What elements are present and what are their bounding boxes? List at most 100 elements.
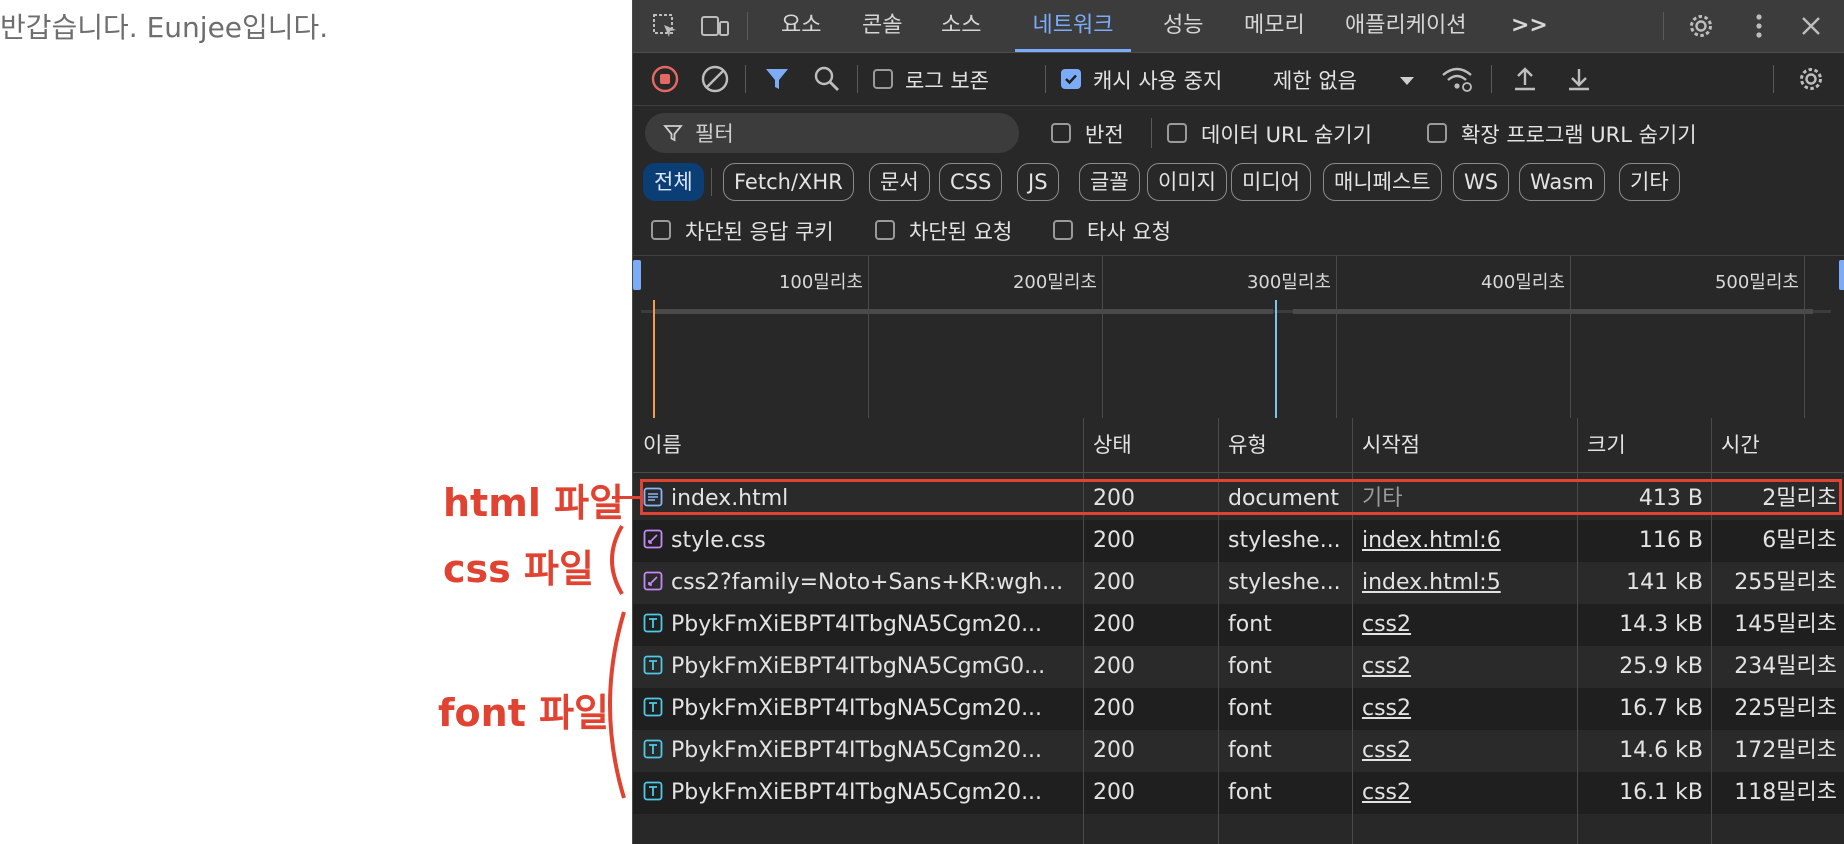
font-file-icon — [643, 780, 671, 805]
chip-doc[interactable]: 문서 — [869, 163, 930, 201]
cell-status: 200 — [1093, 570, 1135, 595]
filter-funnel-icon — [663, 123, 683, 143]
header-name[interactable]: 이름 — [633, 418, 1083, 472]
preserve-log-checkbox[interactable] — [873, 69, 893, 89]
cell-type: styleshe... — [1228, 528, 1341, 553]
gear-icon[interactable] — [1683, 8, 1719, 44]
record-stop-icon[interactable] — [647, 61, 683, 97]
chip-img[interactable]: 이미지 — [1147, 163, 1227, 201]
cell-name[interactable]: PbykFmXiEBPT4ITbgNA5Cgm20... — [633, 688, 1083, 730]
header-initiator[interactable]: 시작점 — [1352, 418, 1577, 472]
cell-time: 118밀리초 — [1734, 780, 1837, 805]
caret-down-icon[interactable] — [1389, 63, 1425, 99]
cell-type: font — [1228, 612, 1272, 637]
header-status[interactable]: 상태 — [1083, 418, 1218, 472]
hide-data-urls-checkbox[interactable] — [1167, 123, 1187, 143]
request-name: PbykFmXiEBPT4ITbgNA5Cgm20... — [671, 738, 1043, 763]
initiator-link[interactable]: index.html:6 — [1362, 528, 1501, 553]
hide-extension-urls-checkbox[interactable] — [1427, 123, 1447, 143]
tab-elements[interactable]: 요소 — [781, 0, 821, 52]
tab-application[interactable]: 애플리케이션 — [1345, 0, 1466, 52]
table-row[interactable]: PbykFmXiEBPT4ITbgNA5Cgm20... 200 font css2 1… — [633, 730, 1844, 772]
load-event-marker — [1275, 300, 1277, 419]
tab-sources[interactable]: 소스 — [941, 0, 981, 52]
table-row[interactable]: PbykFmXiEBPT4ITbgNA5CgmG0... 200 font css2 2… — [633, 646, 1844, 688]
chip-all[interactable]: 전체 — [643, 163, 704, 201]
timeline-overview[interactable]: 100밀리초 200밀리초 300밀리초 400밀리초 500밀리초 — [633, 255, 1844, 420]
header-time[interactable]: 시간 — [1711, 418, 1844, 472]
invert-checkbox[interactable] — [1051, 123, 1071, 143]
table-row[interactable]: PbykFmXiEBPT4ITbgNA5Cgm20... 200 font css2 1… — [633, 772, 1844, 814]
cell-name[interactable]: PbykFmXiEBPT4ITbgNA5Cgm20... — [633, 730, 1083, 772]
tab-network[interactable]: 네트워크 — [1015, 0, 1131, 52]
download-icon[interactable] — [1561, 61, 1597, 97]
chip-fetch-xhr[interactable]: Fetch/XHR — [723, 163, 854, 201]
chip-font[interactable]: 글꼴 — [1079, 163, 1140, 201]
table-row[interactable]: PbykFmXiEBPT4ITbgNA5Cgm20... 200 font css2 1… — [633, 688, 1844, 730]
cell-size: 16.7 kB — [1619, 696, 1703, 721]
cell-time: 234밀리초 — [1734, 654, 1837, 679]
timeline-left-handle[interactable] — [633, 260, 641, 290]
cell-type: styleshe... — [1228, 570, 1341, 595]
annotation-html-label: html 파일 — [443, 481, 624, 525]
disable-cache-checkbox[interactable] — [1061, 69, 1081, 89]
throttling-select[interactable]: 제한 없음 — [1273, 65, 1357, 95]
chip-js[interactable]: JS — [1017, 163, 1059, 201]
cell-type: font — [1228, 738, 1272, 763]
kebab-menu-icon[interactable] — [1741, 8, 1777, 44]
css-bracket — [610, 524, 624, 596]
third-party-requests-checkbox[interactable] — [1053, 220, 1073, 240]
initiator-link[interactable]: css2 — [1362, 612, 1411, 637]
header-type[interactable]: 유형 — [1218, 418, 1352, 472]
tab-console[interactable]: 콘솔 — [862, 0, 902, 52]
chip-other[interactable]: 기타 — [1619, 163, 1680, 201]
cell-name[interactable]: PbykFmXiEBPT4ITbgNA5Cgm20... — [633, 604, 1083, 646]
cell-initiator[interactable]: css2 — [1352, 646, 1577, 688]
cell-initiator[interactable]: css2 — [1352, 688, 1577, 730]
cell-initiator[interactable]: css2 — [1352, 772, 1577, 814]
timeline-right-handle[interactable] — [1839, 260, 1844, 290]
cell-initiator[interactable]: index.html:6 — [1352, 520, 1577, 562]
initiator-link[interactable]: css2 — [1362, 780, 1411, 805]
tab-memory[interactable]: 메모리 — [1244, 0, 1305, 52]
initiator-link[interactable]: css2 — [1362, 696, 1411, 721]
chip-wasm[interactable]: Wasm — [1519, 163, 1605, 201]
timeline-tick-label: 100밀리초 — [778, 272, 863, 293]
more-tabs-button[interactable]: >> — [1511, 0, 1548, 52]
network-settings-gear-icon[interactable] — [1793, 61, 1829, 97]
header-size[interactable]: 크기 — [1577, 418, 1711, 472]
initiator-link[interactable]: index.html:5 — [1362, 570, 1501, 595]
clear-icon[interactable] — [697, 61, 733, 97]
upload-icon[interactable] — [1507, 61, 1543, 97]
cell-initiator[interactable]: css2 — [1352, 604, 1577, 646]
chip-manifest[interactable]: 매니페스트 — [1323, 163, 1442, 201]
devtools-panel: 요소 콘솔 소스 네트워크 성능 메모리 애플리케이션 >> 로그 보존 캐시 … — [632, 0, 1844, 844]
search-icon[interactable] — [809, 61, 845, 97]
inspect-element-icon[interactable] — [647, 8, 683, 44]
close-icon[interactable] — [1793, 8, 1829, 44]
cell-name[interactable]: style.css — [633, 520, 1083, 562]
table-row[interactable]: css2?family=Noto+Sans+KR:wgh... 200 styles… — [633, 562, 1844, 604]
request-name: style.css — [671, 528, 766, 553]
chip-media[interactable]: 미디어 — [1231, 163, 1311, 201]
cell-name[interactable]: css2?family=Noto+Sans+KR:wgh... — [633, 562, 1083, 604]
filter-input[interactable]: 필터 — [645, 113, 1019, 153]
initiator-link[interactable]: css2 — [1362, 738, 1411, 763]
blocked-response-cookies-checkbox[interactable] — [651, 220, 671, 240]
tab-performance[interactable]: 성능 — [1163, 0, 1203, 52]
cell-initiator[interactable]: css2 — [1352, 730, 1577, 772]
initiator-link[interactable]: css2 — [1362, 654, 1411, 679]
cell-initiator[interactable]: index.html:5 — [1352, 562, 1577, 604]
device-toolbar-icon[interactable] — [697, 8, 733, 44]
blocked-requests-checkbox[interactable] — [875, 220, 895, 240]
network-conditions-icon[interactable] — [1439, 61, 1475, 97]
cell-name[interactable]: PbykFmXiEBPT4ITbgNA5CgmG0... — [633, 646, 1083, 688]
table-row[interactable]: PbykFmXiEBPT4ITbgNA5Cgm20... 200 font css2 1… — [633, 604, 1844, 646]
chip-ws[interactable]: WS — [1453, 163, 1510, 201]
chip-css[interactable]: CSS — [939, 163, 1003, 201]
cell-name[interactable]: PbykFmXiEBPT4ITbgNA5Cgm20... — [633, 772, 1083, 814]
cell-type: font — [1228, 654, 1272, 679]
font-bracket — [608, 611, 626, 799]
filter-icon[interactable] — [759, 61, 795, 97]
table-row[interactable]: style.css 200 styleshe... index.html:6 116 B… — [633, 520, 1844, 562]
